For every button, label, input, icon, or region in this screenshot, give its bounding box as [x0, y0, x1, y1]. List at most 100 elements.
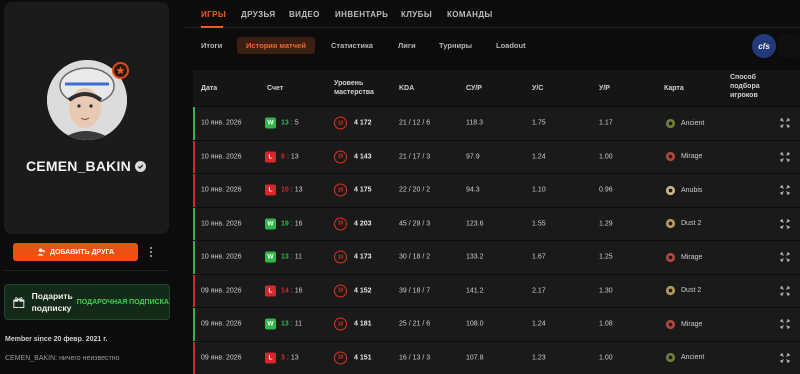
match-date: 09 янв. 2026: [201, 354, 242, 362]
table-header: Дата Счет Уровень мастерства KDA СУ/Р У/…: [193, 70, 800, 106]
score-separator: :: [290, 119, 293, 127]
score-opponent: 16: [294, 220, 303, 228]
map-name: Mirage: [681, 320, 703, 328]
match-kr: 1.00: [599, 354, 613, 362]
elo-value: 4 151: [354, 354, 372, 362]
top-navigation: ИГРЫ ДРУЗЬЯ ВИДЕО ИНВЕНТАРЬ КЛУБЫ КОМАНД…: [185, 0, 800, 28]
level-icon: 10: [334, 351, 347, 365]
match-elo: 10 4 203: [334, 217, 372, 231]
tab-tournaments[interactable]: Турниры: [430, 37, 481, 54]
match-adr: 94.3: [466, 186, 480, 194]
expand-icon[interactable]: [780, 252, 790, 262]
gift-subscription-button[interactable]: Подарить подписку ПОДАРОЧНАЯ ПОДПИСКА: [4, 284, 170, 320]
score-team: 13: [281, 119, 289, 127]
nav-video[interactable]: ВИДЕО: [289, 10, 320, 19]
match-history-table: Дата Счет Уровень мастерства KDA СУ/Р У/…: [193, 70, 800, 374]
score-opponent: 11: [294, 253, 303, 261]
col-kd: У/С: [532, 85, 544, 92]
match-kda: 21 / 12 / 6: [399, 119, 431, 127]
match-kda: 25 / 21 / 6: [399, 320, 431, 328]
nav-clubs[interactable]: КЛУБЫ: [401, 10, 432, 19]
nav-active-underline: [201, 26, 223, 28]
table-row[interactable]: 10 янв. 2026 L 10 : 13 10 4 175 22 / 20 …: [193, 173, 800, 207]
result-bar: [193, 174, 195, 207]
tab-statistics[interactable]: Статистика: [322, 37, 382, 54]
score-separator: :: [286, 153, 289, 161]
match-date: 10 янв. 2026: [201, 153, 242, 161]
result-badge: L: [265, 352, 276, 364]
game-switch[interactable]: [778, 34, 800, 58]
match-kda: 45 / 29 / 3: [399, 220, 431, 228]
table-row[interactable]: 10 янв. 2026 W 19 : 16 10 4 203 45 / 29 …: [193, 206, 800, 240]
level-icon: 10: [334, 284, 347, 298]
expand-icon[interactable]: [780, 286, 790, 296]
game-logo[interactable]: cfs: [752, 34, 776, 58]
score-separator: :: [290, 287, 293, 295]
match-kd: 1.67: [532, 253, 546, 261]
col-date: Дата: [201, 85, 218, 92]
verified-icon: [134, 160, 146, 172]
col-map: Карта: [664, 85, 684, 92]
tab-summary[interactable]: Итоги: [192, 37, 231, 54]
map-icon: [664, 251, 676, 263]
map-icon: [664, 151, 676, 163]
score-opponent: 11: [294, 320, 303, 328]
tab-loadout[interactable]: Loadout: [487, 37, 535, 54]
table-row[interactable]: 10 янв. 2026 L 8 : 13 10 4 143 21 / 17 /…: [193, 139, 800, 173]
match-adr: 108.0: [466, 320, 484, 328]
table-row[interactable]: 10 янв. 2026 W 13 : 11 10 4 173 30 / 18 …: [193, 240, 800, 274]
table-row[interactable]: 09 янв. 2026 L 3 : 13 10 4 151 16 / 13 /…: [193, 340, 800, 374]
table-row[interactable]: 09 янв. 2026 L 14 : 16 10 4 152 39 / 18 …: [193, 273, 800, 307]
match-kda: 21 / 17 / 3: [399, 153, 431, 161]
match-kd: 1.10: [532, 186, 546, 194]
match-kr: 1.25: [599, 253, 613, 261]
page-root: CEMEN_BAKIN ДОБАВИТЬ ДРУГА Подарить подп…: [0, 0, 800, 374]
match-adr: 97.9: [466, 153, 480, 161]
expand-icon[interactable]: [780, 219, 790, 229]
match-score: W 13 : 11: [265, 318, 303, 330]
expand-icon[interactable]: [780, 152, 790, 162]
score-opponent: 13: [294, 186, 303, 194]
col-kda: KDA: [399, 85, 415, 92]
match-elo: 10 4 181: [334, 317, 372, 331]
table-row[interactable]: 10 янв. 2026 W 13 : 5 10 4 172 21 / 12 /…: [193, 106, 800, 140]
table-body: 10 янв. 2026 W 13 : 5 10 4 172 21 / 12 /…: [193, 106, 800, 374]
map-icon: [664, 184, 676, 196]
elo-value: 4 181: [354, 320, 372, 328]
tab-match-history[interactable]: История матчей: [237, 37, 315, 54]
expand-icon[interactable]: [780, 353, 790, 363]
expand-icon[interactable]: [780, 185, 790, 195]
result-badge: W: [265, 251, 276, 263]
match-map: Ancient: [664, 117, 704, 129]
match-elo: 10 4 143: [334, 150, 372, 164]
elo-value: 4 172: [354, 119, 372, 127]
col-kr: У/Р: [599, 85, 610, 92]
table-row[interactable]: 09 янв. 2026 W 13 : 11 10 4 181 25 / 21 …: [193, 307, 800, 341]
nav-inventory[interactable]: ИНВЕНТАРЬ: [335, 10, 388, 19]
match-adr: 141.2: [466, 287, 484, 295]
score-separator: :: [290, 220, 293, 228]
nav-games[interactable]: ИГРЫ: [201, 10, 226, 19]
expand-icon[interactable]: [780, 319, 790, 329]
match-date: 09 янв. 2026: [201, 320, 242, 328]
score-separator: :: [290, 253, 293, 261]
member-since: Member since 20 февр. 2021 г.: [5, 336, 108, 343]
profile-username: CEMEN_BAKIN: [26, 158, 146, 174]
tab-leagues[interactable]: Лиги: [389, 37, 425, 54]
expand-icon[interactable]: [780, 118, 790, 128]
match-map: Dust 2: [664, 285, 701, 297]
score-separator: :: [290, 320, 293, 328]
nav-friends[interactable]: ДРУЗЬЯ: [241, 10, 276, 19]
match-kr: 1.17: [599, 119, 613, 127]
match-map: Mirage: [664, 318, 702, 330]
more-options-icon[interactable]: [145, 243, 157, 261]
match-kd: 1.23: [532, 354, 546, 362]
level-icon: 10: [334, 116, 347, 130]
map-name: Dust 2: [681, 287, 702, 295]
add-friend-button[interactable]: ДОБАВИТЬ ДРУГА: [13, 243, 138, 261]
username-text: CEMEN_BAKIN: [26, 158, 131, 174]
gift-tag: ПОДАРОЧНАЯ ПОДПИСКА: [76, 298, 169, 306]
nav-teams[interactable]: КОМАНДЫ: [447, 10, 493, 19]
match-kd: 1.24: [532, 153, 546, 161]
avatar[interactable]: [47, 60, 129, 140]
